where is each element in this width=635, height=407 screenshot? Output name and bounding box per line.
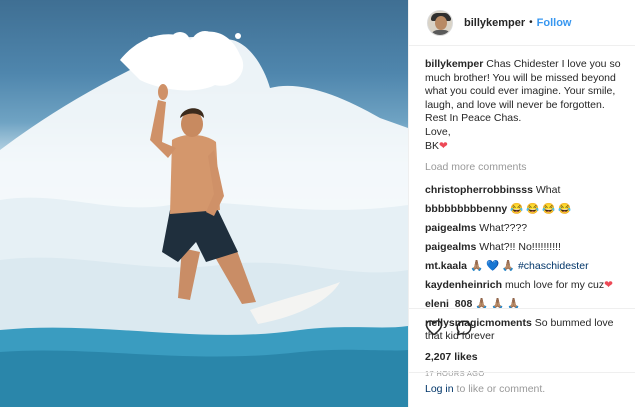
comment-text: much love for my cuz xyxy=(504,278,605,291)
comment-username[interactable]: paigealms xyxy=(425,241,476,253)
comment-text: 🙏🏽 💙 🙏🏽 xyxy=(469,259,516,272)
comment-text: What?!! No!!!!!!!!!! xyxy=(479,240,561,253)
heart-emoji: ❤ xyxy=(439,139,448,152)
comments-list: billykemper Chas Chidester I love you so… xyxy=(425,58,625,349)
post-caption: billykemper Chas Chidester I love you so… xyxy=(425,58,625,153)
comment-item: paigealms What?!! No!!!!!!!!!! xyxy=(425,241,625,255)
comment-username[interactable]: paigealms xyxy=(425,222,476,234)
caption-username[interactable]: billykemper xyxy=(425,58,483,70)
post-side-panel: billykemper • Follow billykemper Chas Ch… xyxy=(408,0,635,407)
comment-username[interactable]: bbbbbbbbbenny xyxy=(425,203,507,215)
caption-signoff-line1: Love, xyxy=(425,125,451,138)
comment-text: What???? xyxy=(479,221,528,234)
post-photo[interactable] xyxy=(0,0,408,407)
heart-emoji: ❤ xyxy=(604,278,613,291)
comment-item: bbbbbbbbbenny 😂 😂 😂 😂 xyxy=(425,203,625,217)
comment-item: mt.kaala 🙏🏽 💙 🙏🏽 #chaschidester xyxy=(425,260,625,274)
comment-item: kaydenheinrich much love for my cuz❤ xyxy=(425,279,625,293)
post-actions: 2,207 likes 17 HOURS AGO xyxy=(409,308,635,378)
caption-signoff-line2: BK xyxy=(425,139,440,152)
comment-text: What xyxy=(535,183,561,196)
login-prompt-text: to like or comment. xyxy=(453,383,546,395)
action-icons xyxy=(425,318,635,340)
comment-username[interactable]: christopherrobbinsss xyxy=(425,184,533,196)
hashtag-link[interactable]: #chaschidester xyxy=(518,260,589,272)
comment-item: christopherrobbinsss What xyxy=(425,184,625,198)
likes-count[interactable]: 2,207 likes xyxy=(425,351,635,363)
post-author-username[interactable]: billykemper xyxy=(464,17,525,29)
speech-bubble-icon[interactable] xyxy=(455,319,473,340)
login-link[interactable]: Log in xyxy=(425,383,454,395)
heart-outline-icon[interactable] xyxy=(425,319,443,339)
follow-button[interactable]: Follow xyxy=(537,17,572,29)
comment-username[interactable]: mt.kaala xyxy=(425,260,467,272)
comment-username[interactable]: kaydenheinrich xyxy=(425,279,502,291)
comment-item: paigealms What???? xyxy=(425,222,625,236)
load-more-comments-link[interactable]: Load more comments xyxy=(425,161,625,175)
comment-footer: Log in to like or comment. xyxy=(409,372,635,407)
avatar[interactable] xyxy=(427,9,453,36)
surfer-photo-illustration xyxy=(0,31,408,407)
separator-dot: • xyxy=(529,17,533,28)
comment-text: 😂 😂 😂 😂 xyxy=(510,202,572,215)
post-header: billykemper • Follow xyxy=(409,0,635,46)
